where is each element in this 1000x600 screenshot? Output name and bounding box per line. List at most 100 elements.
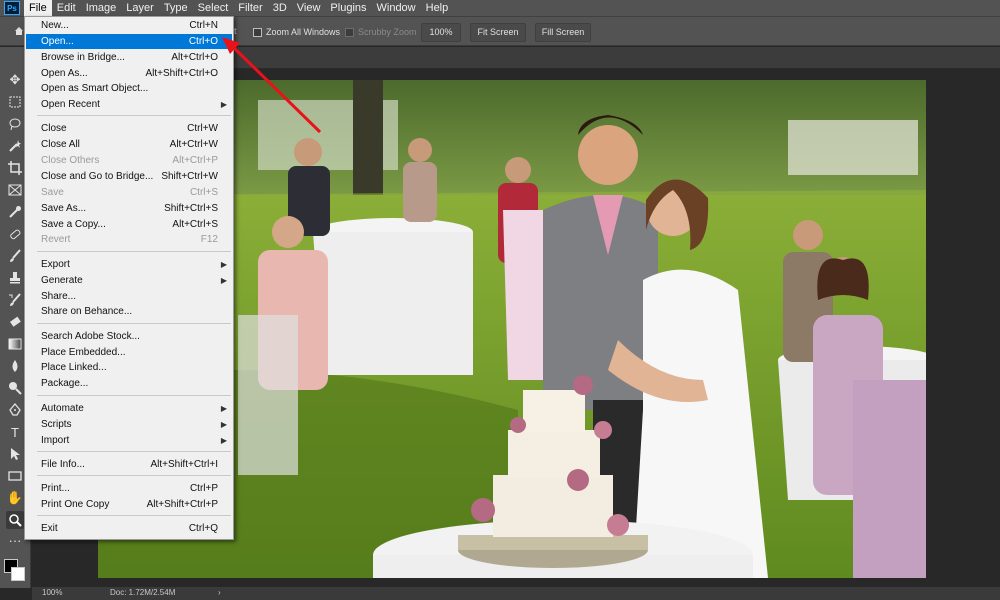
menu-type[interactable]: Type (159, 0, 193, 16)
menu-item-shortcut: Ctrl+N (189, 20, 218, 31)
background-color-swatch[interactable] (11, 567, 25, 581)
menu-item-place-embedded[interactable]: Place Embedded... (26, 345, 232, 360)
menu-item-automate[interactable]: Automate ▶ (26, 401, 232, 416)
zoom-all-windows-label: Zoom All Windows (266, 27, 341, 37)
submenu-arrow-icon: ▶ (220, 100, 227, 109)
zoom-100-button[interactable]: 100% (421, 23, 461, 42)
menu-item-label: Scripts (41, 419, 72, 430)
type-tool-icon[interactable]: T (6, 423, 24, 441)
menu-edit[interactable]: Edit (52, 0, 81, 16)
blur-tool-icon[interactable] (6, 357, 24, 375)
menu-item-shortcut: Alt+Ctrl+W (169, 139, 218, 150)
menu-separator (37, 395, 231, 396)
menu-item-open-as-smart-object[interactable]: Open as Smart Object... (26, 81, 232, 96)
menu-item-shortcut: Ctrl+S (189, 187, 218, 198)
menu-item-search-adobe-stock[interactable]: Search Adobe Stock... (26, 329, 232, 344)
menu-item-label: Close Others (41, 155, 100, 166)
menu-item-label: Close and Go to Bridge... (41, 171, 154, 182)
frame-tool-icon[interactable] (6, 181, 24, 199)
status-zoom[interactable]: 100% (42, 588, 62, 597)
menu-filter[interactable]: Filter (233, 0, 267, 16)
marquee-tool-icon[interactable] (6, 93, 24, 111)
rectangle-tool-icon[interactable] (6, 467, 24, 485)
menu-item-browse-in-bridge[interactable]: Browse in Bridge... Alt+Ctrl+O (26, 50, 232, 65)
menu-item-label: Open Recent (41, 99, 100, 110)
menu-item-label: Print One Copy (41, 499, 110, 510)
menu-item-open[interactable]: Open... Ctrl+O (26, 34, 232, 49)
menu-image[interactable]: Image (81, 0, 122, 16)
zoom-all-windows-option[interactable]: Zoom All Windows (253, 23, 340, 42)
menu-separator (37, 115, 231, 116)
menu-view[interactable]: View (292, 0, 326, 16)
hand-tool-icon[interactable]: ✋ (6, 489, 24, 507)
menu-item-file-info[interactable]: File Info... Alt+Shift+Ctrl+I (26, 457, 232, 472)
menu-plugins[interactable]: Plugins (325, 0, 371, 16)
menu-item-share-on-behance[interactable]: Share on Behance... (26, 304, 232, 319)
menu-item-revert: Revert F12 (26, 232, 232, 247)
brush-tool-icon[interactable] (6, 247, 24, 265)
menu-item-save-a-copy[interactable]: Save a Copy... Alt+Ctrl+S (26, 217, 232, 232)
gradient-tool-icon[interactable] (6, 335, 24, 353)
eyedropper-tool-icon[interactable] (6, 203, 24, 221)
pen-tool-icon[interactable] (6, 401, 24, 419)
lasso-tool-icon[interactable] (6, 115, 24, 133)
healing-brush-tool-icon[interactable] (6, 225, 24, 243)
menu-item-exit[interactable]: Exit Ctrl+Q (26, 521, 232, 536)
menu-item-close-and-go-to-bridge[interactable]: Close and Go to Bridge... Shift+Ctrl+W (26, 169, 232, 184)
menu-file[interactable]: File (24, 0, 52, 16)
menu-item-close[interactable]: Close Ctrl+W (26, 121, 232, 136)
menu-3d[interactable]: 3D (268, 0, 292, 16)
history-brush-tool-icon[interactable] (6, 291, 24, 309)
menu-item-export[interactable]: Export ▶ (26, 257, 232, 272)
menu-item-shortcut: Alt+Shift+Ctrl+I (150, 459, 218, 470)
menu-item-generate[interactable]: Generate ▶ (26, 273, 232, 288)
home-icon[interactable] (14, 26, 24, 36)
menu-item-open-recent[interactable]: Open Recent ▶ (26, 97, 232, 112)
magic-wand-tool-icon[interactable] (6, 137, 24, 155)
crop-tool-icon[interactable] (6, 159, 24, 177)
scrubby-zoom-checkbox[interactable] (345, 28, 354, 37)
menu-item-share[interactable]: Share... (26, 289, 232, 304)
menu-item-label: Export (41, 259, 70, 270)
eraser-tool-icon[interactable] (6, 313, 24, 331)
dodge-tool-icon[interactable] (6, 379, 24, 397)
menu-item-package[interactable]: Package... (26, 376, 232, 391)
menu-layer[interactable]: Layer (121, 0, 159, 16)
scrubby-zoom-option[interactable]: Scrubby Zoom (345, 23, 417, 42)
menu-item-label: Close All (41, 139, 80, 150)
menu-item-label: Close (41, 123, 67, 134)
menu-window[interactable]: Window (372, 0, 421, 16)
path-selection-tool-icon[interactable] (6, 445, 24, 463)
photoshop-window: Ps File Edit Image Layer Type Select Fil… (0, 0, 1000, 600)
menu-item-shortcut: Shift+Ctrl+W (161, 171, 218, 182)
menu-item-close-all[interactable]: Close All Alt+Ctrl+W (26, 137, 232, 152)
menu-bar: Ps File Edit Image Layer Type Select Fil… (0, 0, 1000, 16)
menu-item-shortcut: Alt+Ctrl+O (171, 52, 218, 63)
menu-separator (37, 323, 231, 324)
zoom-tool-icon[interactable] (6, 511, 24, 529)
menu-item-print-one-copy[interactable]: Print One Copy Alt+Shift+Ctrl+P (26, 497, 232, 512)
scrubby-zoom-label: Scrubby Zoom (358, 27, 417, 37)
menu-help[interactable]: Help (421, 0, 454, 16)
menu-item-label: Print... (41, 483, 70, 494)
menu-item-new[interactable]: New... Ctrl+N (26, 18, 232, 33)
menu-item-print[interactable]: Print... Ctrl+P (26, 481, 232, 496)
menu-item-scripts[interactable]: Scripts ▶ (26, 417, 232, 432)
menu-item-save-as[interactable]: Save As... Shift+Ctrl+S (26, 201, 232, 216)
fit-screen-button[interactable]: Fit Screen (470, 23, 526, 42)
menu-item-open-as[interactable]: Open As... Alt+Shift+Ctrl+O (26, 66, 232, 81)
photoshop-logo: Ps (4, 1, 20, 15)
status-arrow-icon[interactable]: › (218, 588, 221, 597)
clone-stamp-tool-icon[interactable] (6, 269, 24, 287)
more-tools-icon[interactable]: ··· (6, 531, 24, 549)
zoom-all-windows-checkbox[interactable] (253, 28, 262, 37)
menu-item-close-others: Close Others Alt+Ctrl+P (26, 153, 232, 168)
menu-select[interactable]: Select (193, 0, 234, 16)
menu-item-shortcut: Ctrl+W (187, 123, 218, 134)
move-tool-icon[interactable]: ✥ (6, 71, 24, 89)
menu-item-shortcut: Alt+Ctrl+P (172, 155, 218, 166)
menu-item-import[interactable]: Import ▶ (26, 433, 232, 448)
menu-separator (37, 451, 231, 452)
menu-item-place-linked[interactable]: Place Linked... (26, 360, 232, 375)
fill-screen-button[interactable]: Fill Screen (535, 23, 591, 42)
